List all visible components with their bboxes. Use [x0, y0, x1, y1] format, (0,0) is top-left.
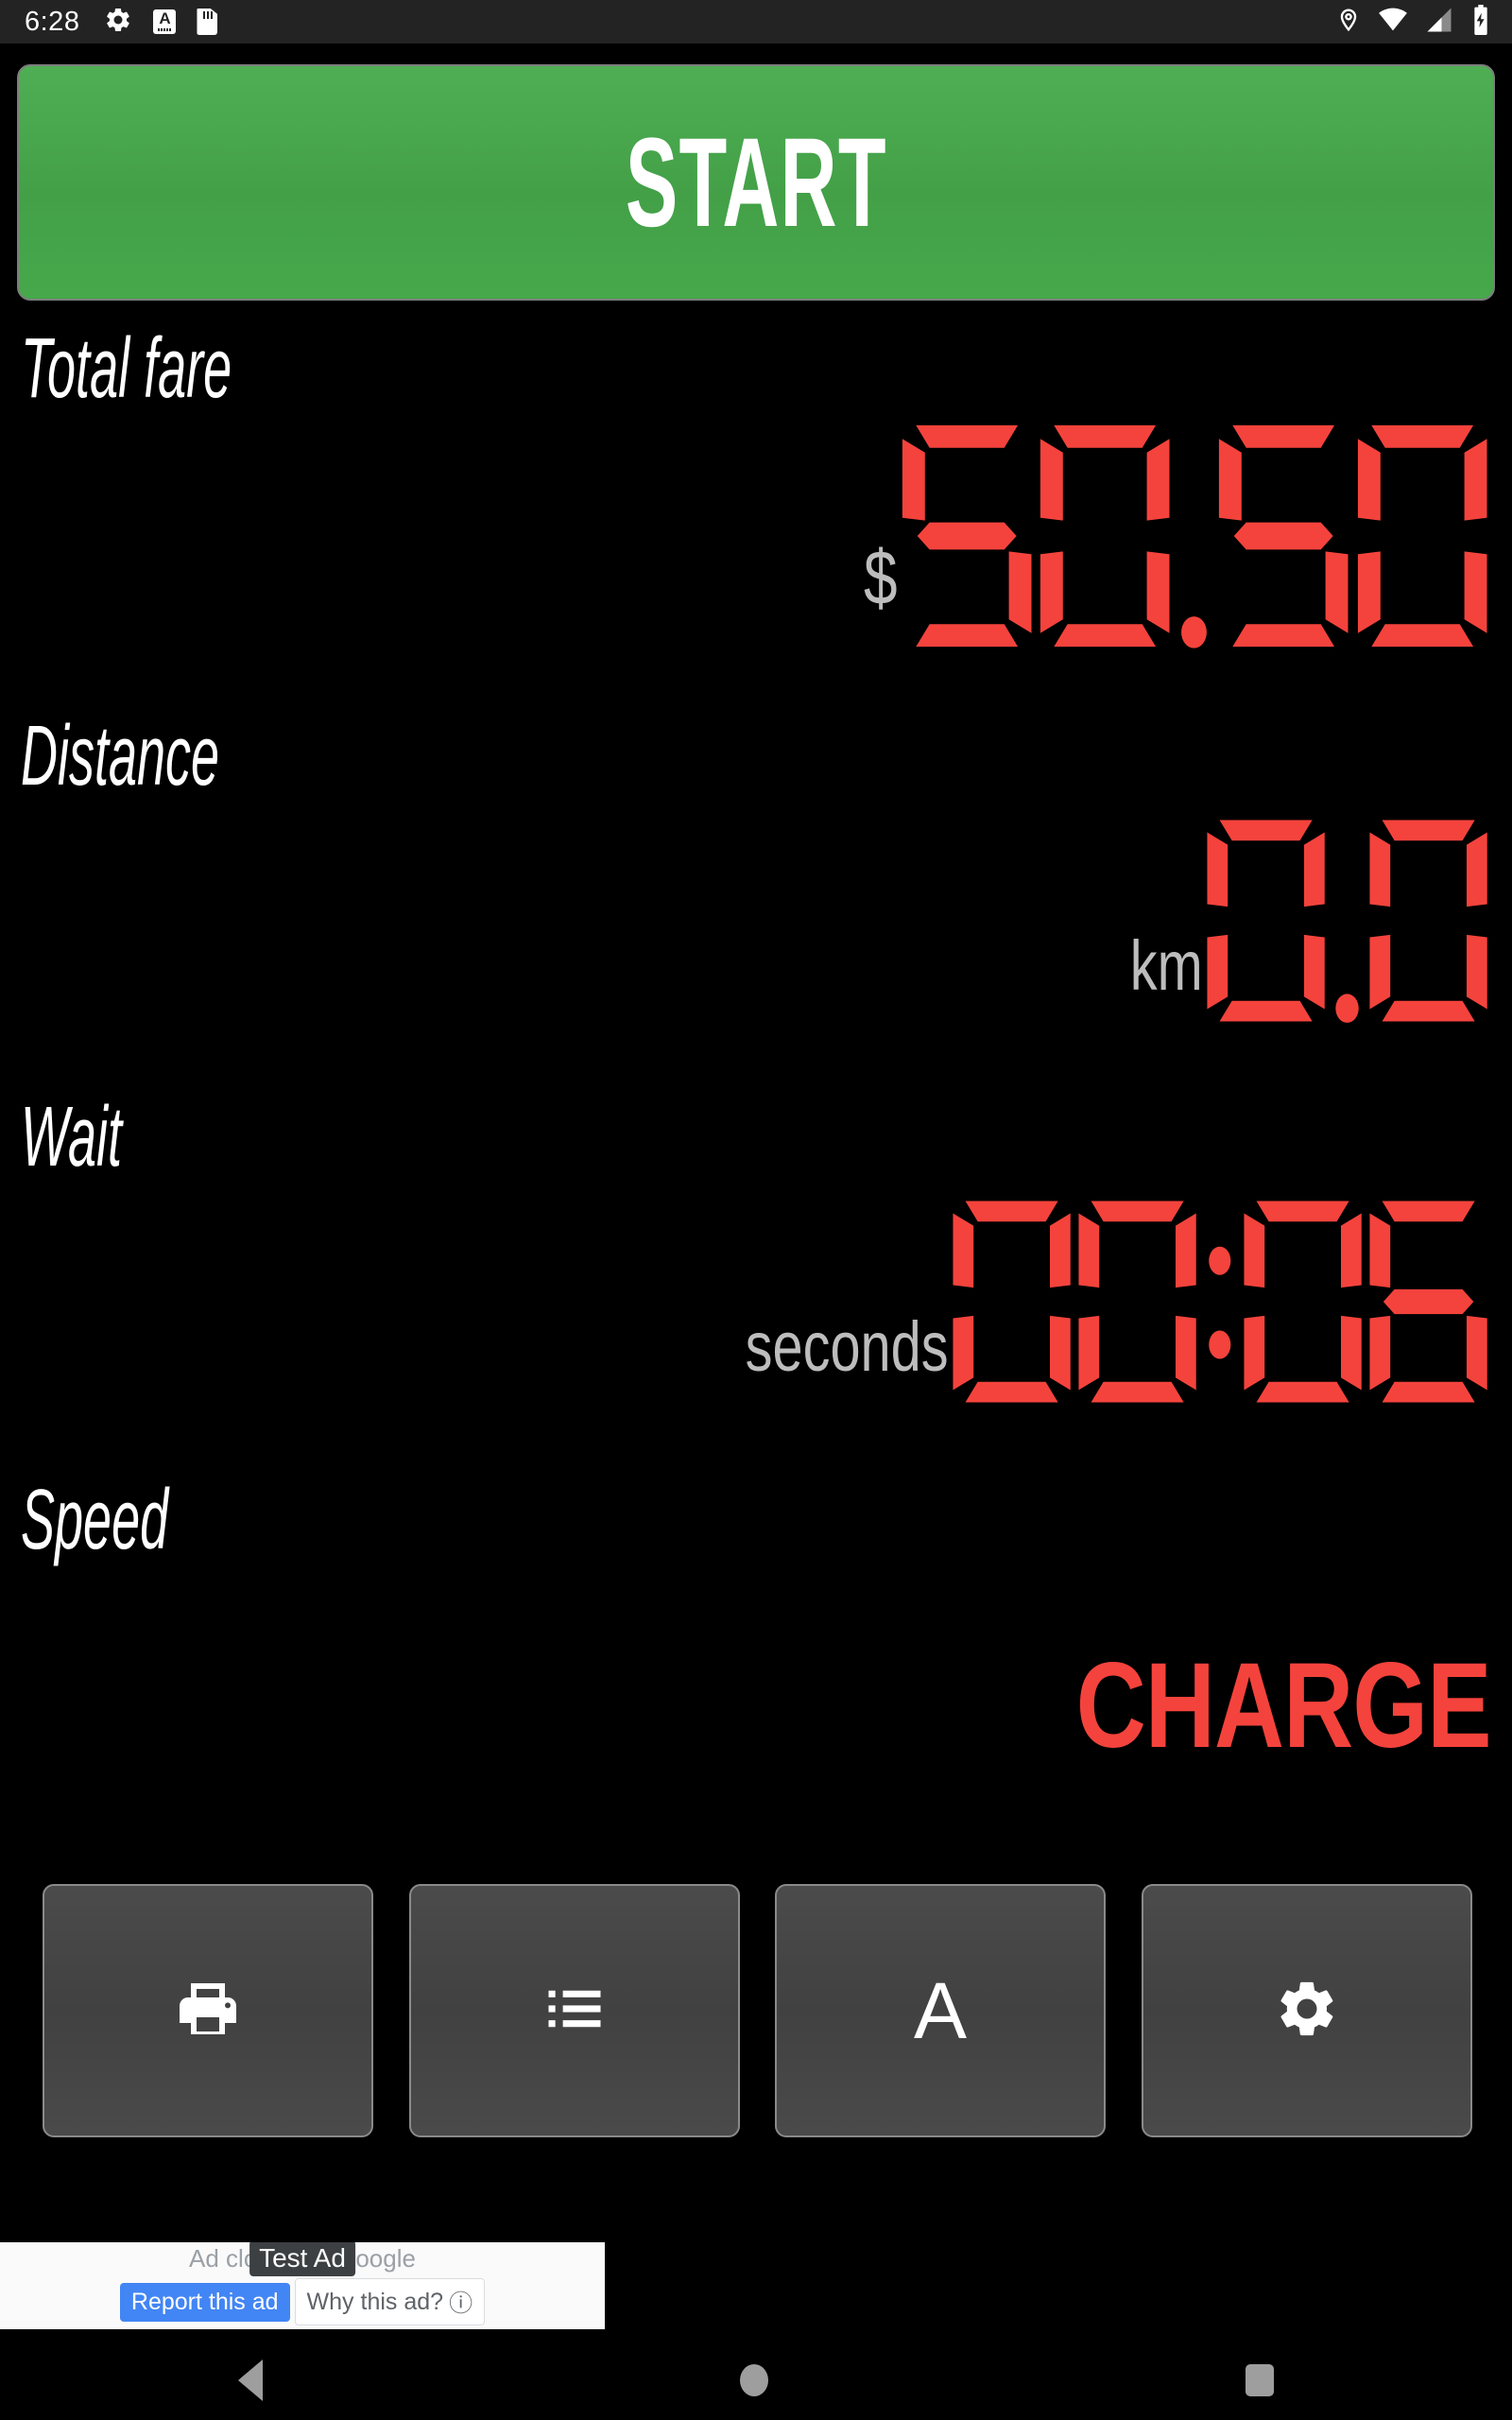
unit-label-km: km — [1129, 926, 1203, 1005]
signal-icon — [1425, 6, 1453, 39]
unit-label-dollar: $ — [863, 535, 898, 621]
list-icon — [543, 1978, 606, 2045]
status-bar: 6:28 A — [0, 0, 1512, 43]
why-this-ad-button[interactable]: Why this ad? ⓘ — [294, 2278, 486, 2325]
recents-icon[interactable] — [1245, 2364, 1274, 2396]
metric-value-distance: km — [1109, 816, 1491, 1026]
seven-segment-wait — [949, 1197, 1491, 1407]
tariff-a-button[interactable]: A — [775, 1884, 1106, 2137]
seven-segment-total-fare — [898, 421, 1492, 651]
why-this-ad-label: Why this ad? — [306, 2288, 444, 2315]
status-bar-left-icons: A — [104, 6, 218, 39]
ad-closed-text: Ad closed by Google Test Ad — [189, 2242, 416, 2276]
android-auto-icon: A — [153, 9, 177, 34]
metric-value-wait: seconds — [688, 1197, 1491, 1407]
metric-value-total-fare: $ — [854, 421, 1491, 651]
metric-label-total-fare: Total fare — [21, 321, 232, 416]
letter-a-icon: A — [913, 1965, 968, 2055]
status-bar-clock: 6:28 — [25, 6, 80, 37]
metric-label-speed: Speed — [21, 1473, 169, 1567]
settings-button[interactable] — [1142, 1884, 1472, 2137]
home-icon[interactable] — [739, 2364, 768, 2396]
status-bar-right-icons — [1336, 4, 1491, 40]
test-ad-badge: Test Ad — [249, 2242, 355, 2276]
location-icon — [1336, 6, 1361, 39]
sdcard-icon — [197, 9, 218, 35]
metric-label-wait: Wait — [21, 1090, 123, 1184]
report-this-ad-button[interactable]: Report this ad — [119, 2282, 290, 2322]
unit-label-seconds: seconds — [745, 1307, 949, 1386]
metric-label-distance: Distance — [21, 709, 220, 804]
seven-segment-distance — [1203, 816, 1491, 1026]
ad-banner[interactable]: Ad closed by Google Test Ad Report this … — [0, 2242, 605, 2329]
battery-charging-icon — [1470, 4, 1491, 40]
wifi-icon — [1378, 6, 1408, 39]
info-icon: ⓘ — [449, 2290, 473, 2317]
start-button-label: START — [625, 112, 887, 253]
print-button[interactable] — [43, 1884, 373, 2137]
gear-icon — [1274, 1976, 1340, 2047]
ad-buttons: Report this ad Why this ad? ⓘ — [119, 2278, 486, 2325]
metric-row-wait: Wait seconds — [0, 1095, 1512, 1473]
gear-icon — [104, 6, 132, 39]
metric-row-total-fare: Total fare $ — [0, 326, 1512, 704]
toolbar: A — [0, 1884, 1512, 2141]
metric-row-distance: Distance km — [0, 714, 1512, 1092]
android-nav-bar — [0, 2341, 1512, 2420]
metric-row-speed: Speed CHARGE — [0, 1478, 1512, 1856]
charge-status-text: CHARGE — [1076, 1638, 1492, 1773]
start-button[interactable]: START — [17, 64, 1495, 301]
back-icon[interactable] — [238, 2360, 264, 2401]
list-button[interactable] — [409, 1884, 740, 2137]
printer-icon — [174, 1975, 242, 2048]
taxi-meter-screen: 6:28 A START Total fare $ Distance km Wa… — [0, 0, 1512, 2420]
